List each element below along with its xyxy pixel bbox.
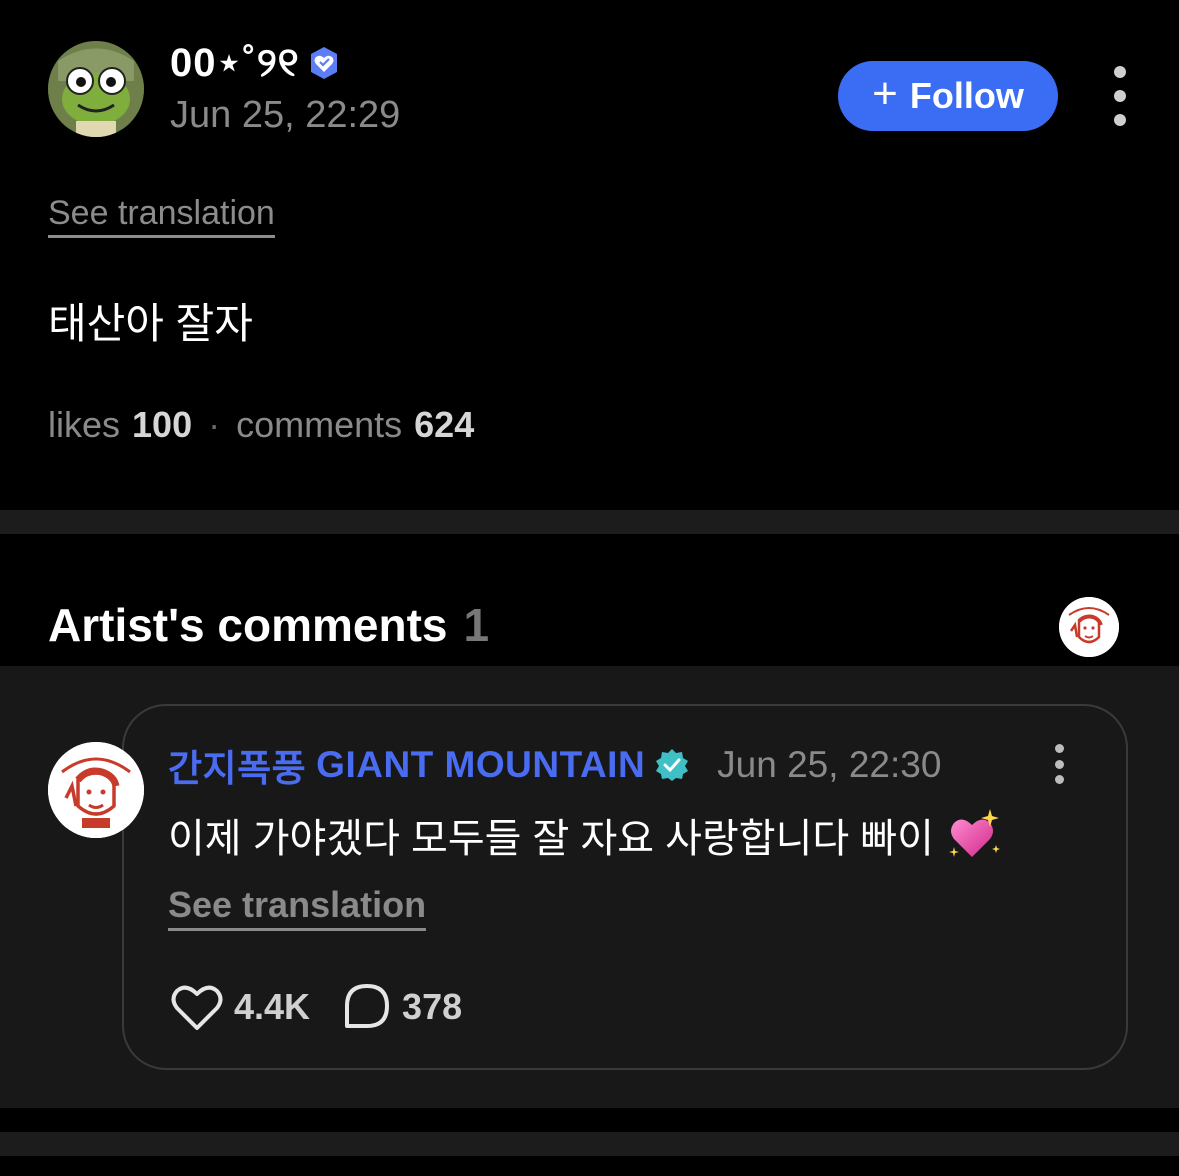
post-text: 태산아 잘자 (48, 300, 253, 347)
comment-likes-count: 4.4K (234, 986, 311, 1027)
comment-author-en[interactable]: GIANT MOUNTAIN (316, 744, 645, 786)
artist-sticker-icon (48, 742, 144, 838)
follow-button[interactable]: + Follow (838, 61, 1058, 131)
artist-comments-title: Artist's comments (48, 599, 448, 651)
artist-avatar-small[interactable] (1059, 597, 1119, 657)
stats-separator: · (208, 404, 221, 445)
reply-bubble-icon[interactable] (342, 982, 392, 1032)
username[interactable]: 00⋆˚୨୧ (170, 40, 300, 86)
heart-icon[interactable] (170, 982, 224, 1032)
comment-date: Jun 25, 22:30 (717, 744, 942, 785)
comments-count[interactable]: 624 (414, 404, 474, 446)
user-avatar[interactable] (48, 41, 144, 137)
comment-text-row: 이제 가야겠다 모두들 잘 자요 사랑합니다 빠이 (168, 806, 1002, 864)
see-translation-link[interactable]: See translation (48, 194, 275, 238)
section-divider-bottom (0, 1132, 1179, 1156)
comments-label: comments (236, 404, 403, 445)
comment-actions: 4.4K 378 (170, 982, 462, 1032)
plus-icon: + (872, 69, 898, 118)
frog-character-icon (48, 41, 144, 137)
post-stats: likes 100 · comments 624 (48, 404, 474, 446)
post: 00⋆˚୨୧ Jun 25, 22:29 + Follow See transl… (0, 0, 1179, 510)
artist-sticker-icon (1059, 597, 1119, 657)
username-row: 00⋆˚୨୧ (170, 38, 342, 88)
artist-comments-count: 1 (463, 599, 490, 651)
comment-see-translation-link[interactable]: See translation (168, 884, 427, 931)
likes-label: likes (48, 404, 121, 445)
sparkling-heart-icon (946, 807, 1002, 863)
section-divider (0, 510, 1179, 534)
likes-count[interactable]: 100 (132, 404, 192, 446)
comment-header: 간지폭풍 GIANT MOUNTAIN Jun 25, 22:30 (168, 742, 942, 789)
comment-author-kr[interactable]: 간지폭풍 (168, 738, 306, 792)
artist-avatar[interactable] (48, 742, 144, 838)
verified-check-icon (655, 748, 689, 782)
comment-text: 이제 가야겠다 모두들 잘 자요 사랑합니다 빠이 (168, 817, 934, 861)
verified-heart-badge-icon (306, 45, 342, 81)
comment-more-options-icon[interactable] (1050, 744, 1068, 784)
artist-comments-header: Artist's comments 1 (48, 598, 489, 652)
comment-replies-count: 378 (402, 986, 463, 1027)
more-options-icon[interactable] (1102, 66, 1138, 126)
post-date: Jun 25, 22:29 (170, 94, 401, 136)
follow-label: Follow (909, 75, 1024, 116)
